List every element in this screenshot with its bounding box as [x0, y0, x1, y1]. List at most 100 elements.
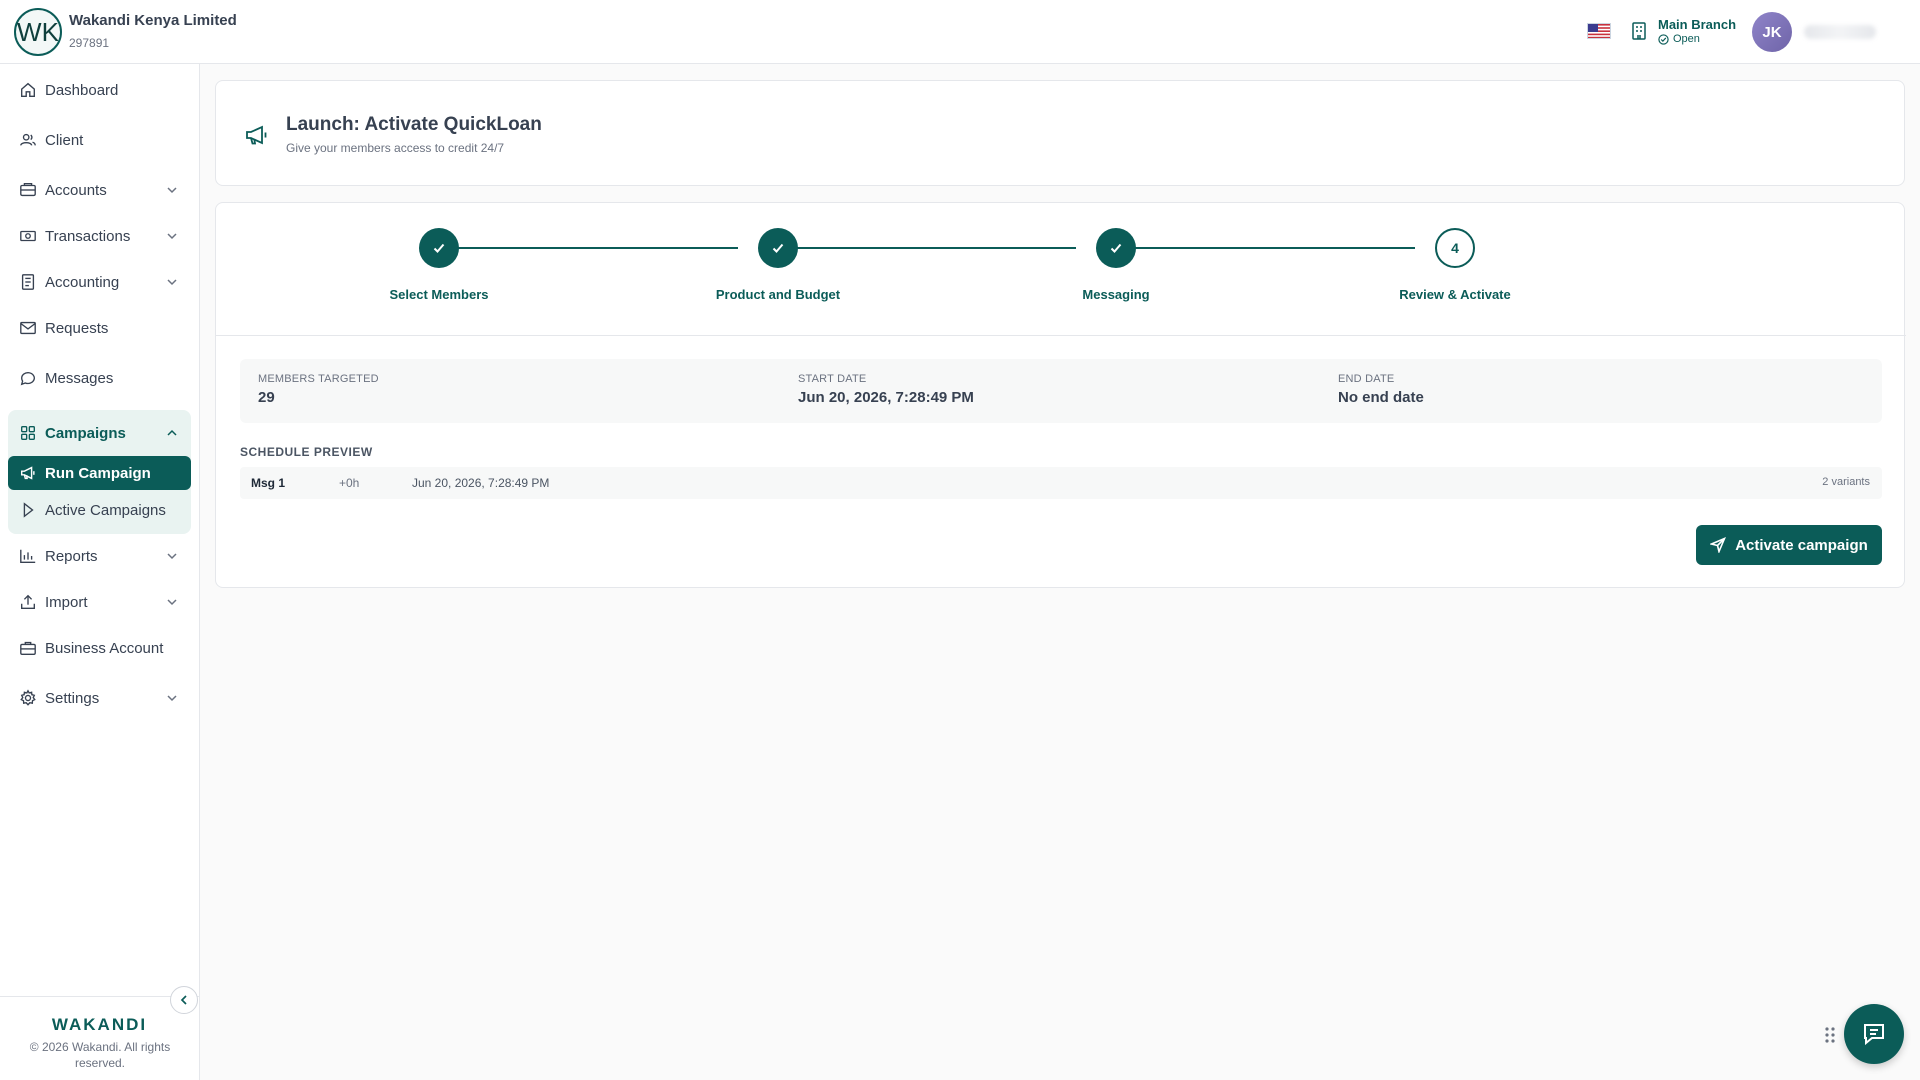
chevron-down-icon	[167, 695, 177, 702]
step-2-complete[interactable]	[758, 228, 798, 268]
sidebar-item-label: Settings	[45, 689, 100, 707]
sidebar-item-label: Transactions	[45, 227, 131, 245]
schedule-msg: Msg 1	[251, 476, 286, 490]
sidebar: Dashboard Client Accounts Transactions A…	[0, 64, 200, 1080]
start-date: START DATE Jun 20, 2026, 7:28:49 PM	[798, 373, 974, 406]
sidebar-item-messages[interactable]: Messages	[8, 361, 191, 395]
step-connector	[1116, 247, 1415, 249]
chevron-down-icon	[167, 279, 177, 286]
chat-icon	[20, 372, 35, 386]
sidebar-item-accounts[interactable]: Accounts	[8, 173, 191, 207]
bar-chart-icon	[20, 549, 36, 563]
sidebar-item-label: Requests	[45, 319, 109, 337]
top-header: WK Wakandi Kenya Limited 297891 Main Bra…	[0, 0, 1920, 64]
branch-status: Open	[1658, 33, 1700, 45]
play-icon	[23, 502, 34, 518]
chevron-down-icon	[167, 187, 177, 194]
ledger-icon	[21, 274, 35, 290]
us-flag-icon[interactable]	[1587, 23, 1611, 39]
wizard-stepper: 4 Select Members Product and Budget Mess…	[216, 203, 1906, 336]
sidebar-item-label: Business Account	[45, 639, 164, 657]
chat-bubble-icon	[1864, 1024, 1884, 1046]
activate-campaign-button[interactable]: Activate campaign	[1696, 525, 1882, 565]
schedule-time: Jun 20, 2026, 7:28:49 PM	[412, 476, 550, 490]
copyright-text: © 2026 Wakandi. All rights reserved.	[29, 1040, 171, 1070]
start-date-label: START DATE	[798, 373, 867, 385]
sidebar-item-import[interactable]: Import	[8, 585, 191, 619]
members-targeted-value: 29	[258, 389, 275, 406]
step-connector	[439, 247, 738, 249]
gear-icon	[20, 689, 36, 706]
chevron-left-icon	[180, 995, 187, 1005]
chevron-down-icon	[167, 553, 177, 560]
sidebar-item-active-campaigns[interactable]: Active Campaigns	[8, 493, 191, 527]
drag-handle-icon[interactable]	[1824, 1026, 1836, 1044]
sidebar-item-label: Campaigns	[45, 424, 126, 442]
members-targeted-label: MEMBERS TARGETED	[258, 373, 379, 385]
org-name: Wakandi Kenya Limited	[69, 12, 237, 29]
upload-icon	[21, 594, 35, 609]
collapse-sidebar-button[interactable]	[170, 986, 198, 1014]
send-icon	[1710, 537, 1727, 553]
user-name-redacted[interactable]	[1804, 25, 1876, 39]
megaphone-icon	[244, 123, 270, 147]
page-title: Launch: Activate QuickLoan	[286, 114, 542, 135]
check-circle-icon	[1658, 33, 1669, 45]
sidebar-item-label: Run Campaign	[45, 464, 151, 482]
sidebar-item-client[interactable]: Client	[8, 123, 191, 157]
step-label: Select Members	[389, 287, 489, 302]
check-icon	[772, 243, 784, 253]
step-1-complete[interactable]	[419, 228, 459, 268]
grid-icon	[21, 426, 35, 440]
sidebar-item-label: Dashboard	[45, 81, 119, 99]
sidebar-item-transactions[interactable]: Transactions	[8, 219, 191, 253]
activate-campaign-label: Activate campaign	[1735, 536, 1868, 554]
banknote-icon	[20, 230, 36, 242]
megaphone-icon	[20, 466, 35, 480]
sidebar-item-requests[interactable]: Requests	[8, 311, 191, 345]
check-icon	[1110, 243, 1122, 253]
sidebar-footer: WAKANDI © 2026 Wakandi. All rights reser…	[0, 996, 199, 1080]
sidebar-item-label: Import	[45, 593, 88, 611]
sidebar-item-settings[interactable]: Settings	[8, 681, 191, 715]
end-date: END DATE No end date	[1338, 373, 1424, 406]
chat-support-button[interactable]	[1844, 1004, 1904, 1064]
sidebar-item-campaigns[interactable]: Campaigns	[8, 416, 191, 450]
sidebar-item-label: Accounts	[45, 181, 107, 199]
sidebar-item-label: Active Campaigns	[45, 501, 166, 519]
mail-icon	[20, 321, 36, 335]
org-logo[interactable]: WK	[14, 8, 62, 56]
branch-status-text: Open	[1673, 33, 1700, 45]
schedule-offset: +0h	[339, 476, 360, 490]
step-label: Messaging	[1082, 287, 1150, 302]
org-id: 297891	[69, 36, 110, 50]
campaign-summary: MEMBERS TARGETED 29 START DATE Jun 20, 2…	[240, 359, 1882, 423]
sidebar-item-label: Accounting	[45, 273, 120, 291]
sidebar-item-business-account[interactable]: Business Account	[8, 631, 191, 665]
sidebar-item-dashboard[interactable]: Dashboard	[8, 73, 191, 107]
users-icon	[20, 133, 36, 146]
sidebar-item-label: Reports	[45, 547, 98, 565]
sidebar-item-accounting[interactable]: Accounting	[8, 265, 191, 299]
check-icon	[433, 243, 445, 253]
start-date-value: Jun 20, 2026, 7:28:49 PM	[798, 389, 974, 406]
sidebar-item-run-campaign[interactable]: Run Campaign	[8, 456, 191, 490]
step-label: Review & Activate	[1399, 287, 1511, 302]
schedule-preview-title: SCHEDULE PREVIEW	[240, 445, 373, 459]
members-targeted: MEMBERS TARGETED 29	[258, 373, 379, 406]
branch-selector[interactable]: Main Branch	[1658, 17, 1736, 32]
user-avatar[interactable]: JK	[1752, 12, 1792, 52]
home-icon	[21, 82, 35, 97]
sidebar-item-reports[interactable]: Reports	[8, 539, 191, 573]
briefcase-icon	[20, 641, 36, 655]
brand-logo: WAKANDI	[51, 1015, 148, 1034]
wallet-icon	[20, 183, 36, 197]
launch-header-card: Launch: Activate QuickLoan Give your mem…	[215, 80, 1905, 186]
step-3-complete[interactable]	[1096, 228, 1136, 268]
schedule-row: Msg 1 +0h Jun 20, 2026, 7:28:49 PM 2 var…	[240, 467, 1882, 499]
step-4-current[interactable]: 4	[1435, 228, 1475, 268]
end-date-value: No end date	[1338, 389, 1424, 406]
building-icon	[1631, 21, 1647, 41]
step-label: Product and Budget	[715, 287, 841, 302]
chevron-down-icon	[167, 599, 177, 606]
